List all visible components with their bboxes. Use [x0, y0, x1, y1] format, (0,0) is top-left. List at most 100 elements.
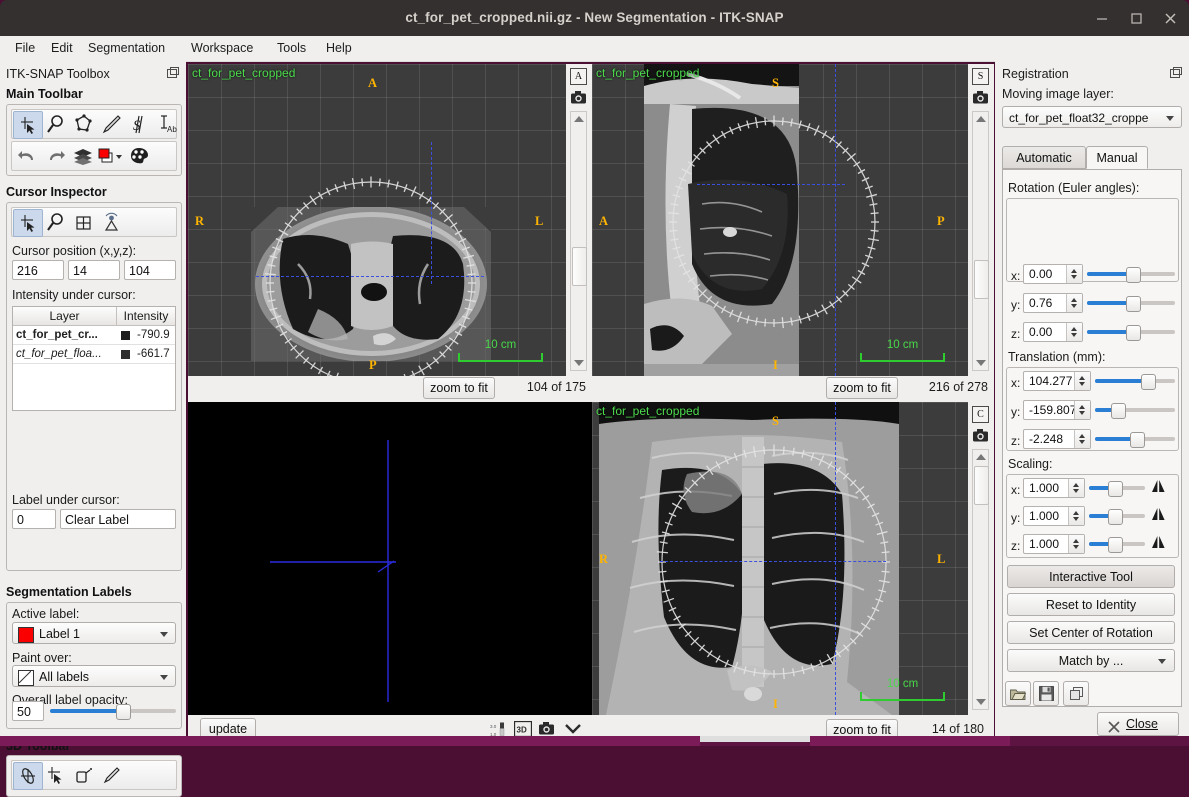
menu-edit[interactable]: Edit: [42, 36, 82, 61]
axial-view[interactable]: ct_for_pet_cropped A L P R 10 cm: [188, 64, 566, 376]
translation-x-spinbox[interactable]: 104.277: [1023, 371, 1091, 391]
label-color-button[interactable]: [97, 143, 125, 169]
trackball-3d-tool-button[interactable]: [13, 762, 43, 790]
sagittal-plane-code-button[interactable]: S: [972, 68, 989, 85]
rotation-y-spinbox[interactable]: 0.76: [1023, 293, 1083, 313]
axial-plane-code-button[interactable]: A: [570, 68, 587, 85]
crosshair-inspector-button[interactable]: [13, 209, 43, 237]
tab-automatic[interactable]: Automatic: [1002, 146, 1086, 169]
scaling-x-spinbox[interactable]: 1.000: [1023, 478, 1085, 498]
translation-y-spinbox[interactable]: -159.807: [1023, 400, 1091, 420]
translation-z-slider[interactable]: [1095, 430, 1175, 448]
scrollbar-thumb[interactable]: [974, 260, 989, 299]
save-transform-button[interactable]: [1033, 681, 1059, 706]
menu-file[interactable]: File: [6, 36, 44, 61]
scrollbar-thumb[interactable]: [974, 466, 989, 505]
translation-x-slider[interactable]: [1095, 372, 1175, 390]
paint-over-combo[interactable]: All labels: [12, 665, 176, 687]
zoom-inspector-button[interactable]: [41, 209, 69, 235]
close-window-button[interactable]: [1162, 10, 1178, 26]
spinner-buttons[interactable]: [1066, 294, 1082, 312]
scroll-down-arrow[interactable]: [976, 699, 986, 705]
beacon-inspector-button[interactable]: [97, 209, 125, 235]
redo-button[interactable]: [41, 143, 69, 169]
rotation-x-slider[interactable]: [1087, 265, 1175, 283]
undock-registration-icon[interactable]: [1169, 67, 1182, 80]
axial-camera-icon[interactable]: [570, 90, 587, 107]
close-button[interactable]: Close: [1097, 712, 1179, 736]
slider-handle[interactable]: [115, 704, 131, 720]
translation-z-spinbox[interactable]: -2.248: [1023, 429, 1091, 449]
sagittal-slice-scrollbar[interactable]: [972, 111, 989, 371]
scaling-y-spinbox[interactable]: 1.000: [1023, 506, 1085, 526]
sagittal-camera-icon[interactable]: [972, 90, 989, 107]
scroll-down-arrow[interactable]: [976, 360, 986, 366]
scroll-up-arrow[interactable]: [976, 454, 986, 460]
sagittal-view[interactable]: ct_for_pet_cropped S P I A 10 cm: [592, 64, 968, 376]
spinner-buttons[interactable]: [1068, 535, 1084, 553]
cursor-y-input[interactable]: 14: [68, 260, 120, 280]
spinner-buttons[interactable]: [1066, 265, 1082, 283]
table-row[interactable]: ct_for_pet_cr... -790.9: [13, 326, 175, 345]
active-label-combo[interactable]: Label 1: [12, 622, 176, 644]
minimize-button[interactable]: [1094, 10, 1110, 26]
spinner-buttons[interactable]: [1068, 479, 1084, 497]
coronal-view[interactable]: ct_for_pet_cropped S L I R 10 cm: [592, 402, 968, 715]
scaling-z-flip-icon[interactable]: [1151, 535, 1166, 549]
taskbar-window-chip[interactable]: [700, 736, 810, 742]
set-center-of-rotation-button[interactable]: Set Center of Rotation: [1007, 621, 1175, 644]
table-row[interactable]: ct_for_pet_floa... -661.7: [13, 345, 175, 364]
grid-inspector-button[interactable]: [69, 209, 97, 235]
polygon-tool-button[interactable]: [69, 111, 97, 137]
load-transform-button[interactable]: [1005, 681, 1031, 706]
scaling-z-slider[interactable]: [1089, 535, 1145, 553]
3d-render-view[interactable]: [188, 402, 592, 715]
coronal-camera-icon[interactable]: [972, 428, 989, 445]
menu-help[interactable]: Help: [317, 36, 361, 61]
tab-manual[interactable]: Manual: [1086, 146, 1148, 169]
paintbrush-tool-button[interactable]: [97, 111, 125, 137]
coronal-slice-scrollbar[interactable]: [972, 449, 989, 710]
scaling-y-flip-icon[interactable]: [1151, 507, 1166, 521]
translation-y-slider[interactable]: [1095, 401, 1175, 419]
spinner-buttons[interactable]: [1066, 323, 1082, 341]
scroll-down-arrow[interactable]: [574, 360, 584, 366]
scaling-z-spinbox[interactable]: 1.000: [1023, 534, 1085, 554]
copy-transform-button[interactable]: [1063, 681, 1089, 706]
menu-segmentation[interactable]: Segmentation: [79, 36, 174, 61]
rotation-x-spinbox[interactable]: 0.00: [1023, 264, 1083, 284]
scroll-up-arrow[interactable]: [976, 116, 986, 122]
spinner-buttons[interactable]: [1074, 430, 1090, 448]
axial-slice-scrollbar[interactable]: [570, 111, 587, 371]
undock-toolbox-icon[interactable]: [166, 67, 179, 80]
rotation-z-slider[interactable]: [1087, 323, 1175, 341]
reset-to-identity-button[interactable]: Reset to Identity: [1007, 593, 1175, 616]
axial-zoom-to-fit-button[interactable]: zoom to fit: [423, 377, 495, 399]
menu-workspace[interactable]: Workspace: [182, 36, 262, 61]
cursor-z-input[interactable]: 104: [124, 260, 176, 280]
rotation-y-slider[interactable]: [1087, 294, 1175, 312]
crosshair-3d-tool-button[interactable]: [41, 762, 69, 788]
scaling-x-flip-icon[interactable]: [1151, 479, 1166, 493]
scaling-x-slider[interactable]: [1089, 479, 1145, 497]
scaling-y-slider[interactable]: [1089, 507, 1145, 525]
crosshair-tool-button[interactable]: [13, 111, 43, 139]
scrollbar-thumb[interactable]: [572, 247, 587, 286]
spinner-buttons[interactable]: [1074, 372, 1090, 390]
zoom-pan-tool-button[interactable]: [41, 111, 69, 137]
menu-tools[interactable]: Tools: [268, 36, 315, 61]
spinner-buttons[interactable]: [1074, 401, 1090, 419]
label-under-cursor-id-input[interactable]: 0: [12, 509, 56, 529]
palette-button[interactable]: [125, 143, 153, 169]
maximize-button[interactable]: [1128, 10, 1144, 26]
opacity-slider[interactable]: [50, 702, 176, 720]
coronal-plane-code-button[interactable]: C: [972, 406, 989, 423]
opacity-value-input[interactable]: 50: [12, 701, 44, 721]
snake-tool-button[interactable]: S: [125, 111, 153, 137]
layers-button[interactable]: [69, 143, 97, 169]
scroll-up-arrow[interactable]: [574, 116, 584, 122]
annotation-tool-button[interactable]: Ab: [153, 111, 181, 137]
sagittal-zoom-to-fit-button[interactable]: zoom to fit: [826, 377, 898, 399]
match-by-button[interactable]: Match by ...: [1007, 649, 1175, 672]
interactive-tool-button[interactable]: Interactive Tool: [1007, 565, 1175, 588]
